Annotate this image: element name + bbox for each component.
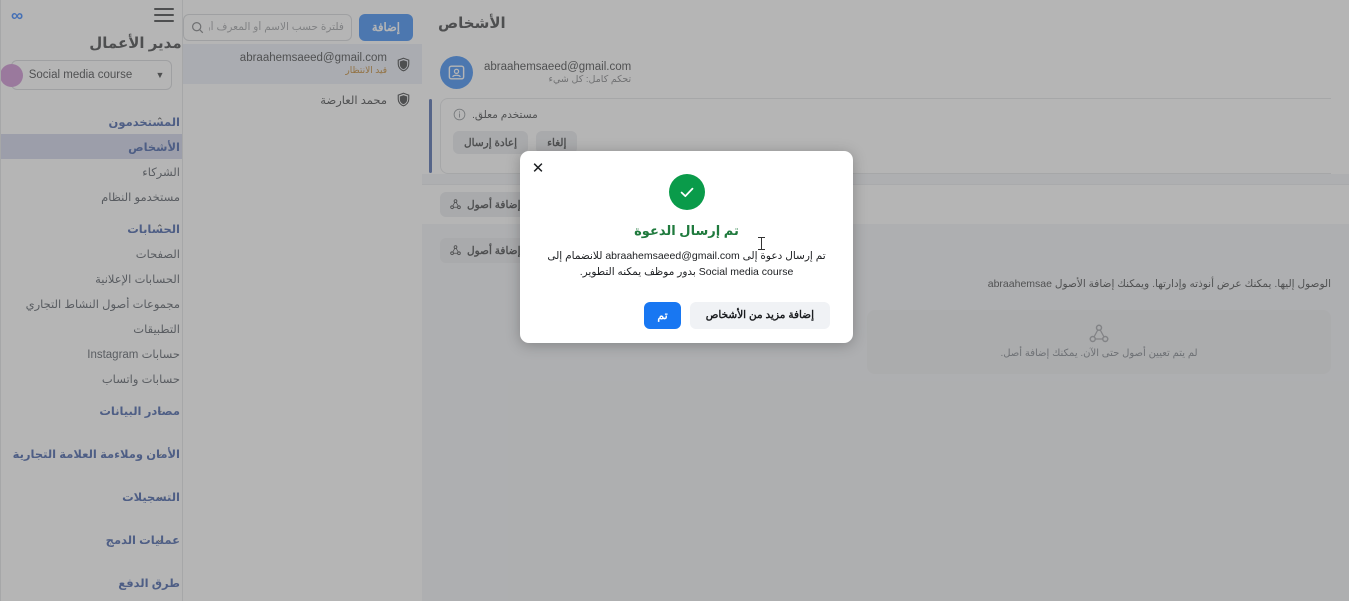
modal-body: تم إرسال الدعوة تم إرسال دعوة إلى abraah…	[520, 161, 853, 281]
check-icon	[668, 174, 705, 210]
modal-title: تم إرسال الدعوة	[634, 223, 739, 238]
done-button[interactable]: تم	[644, 301, 681, 329]
text-cursor	[758, 237, 765, 250]
modal-description: تم إرسال دعوة إلى abraahemsaeed@gmail.co…	[547, 250, 826, 279]
modal-footer: تم إضافة مزيد من الأشخاص	[520, 301, 853, 343]
invite-sent-modal: ✕ تم إرسال الدعوة تم إرسال دعوة إلى abra…	[520, 151, 853, 343]
close-icon[interactable]: ✕	[529, 159, 547, 177]
app-root: ∞ ات مدير الأعمال ▼ Social media course …	[0, 0, 1349, 601]
add-more-people-button[interactable]: إضافة مزيد من الأشخاص	[689, 301, 830, 329]
